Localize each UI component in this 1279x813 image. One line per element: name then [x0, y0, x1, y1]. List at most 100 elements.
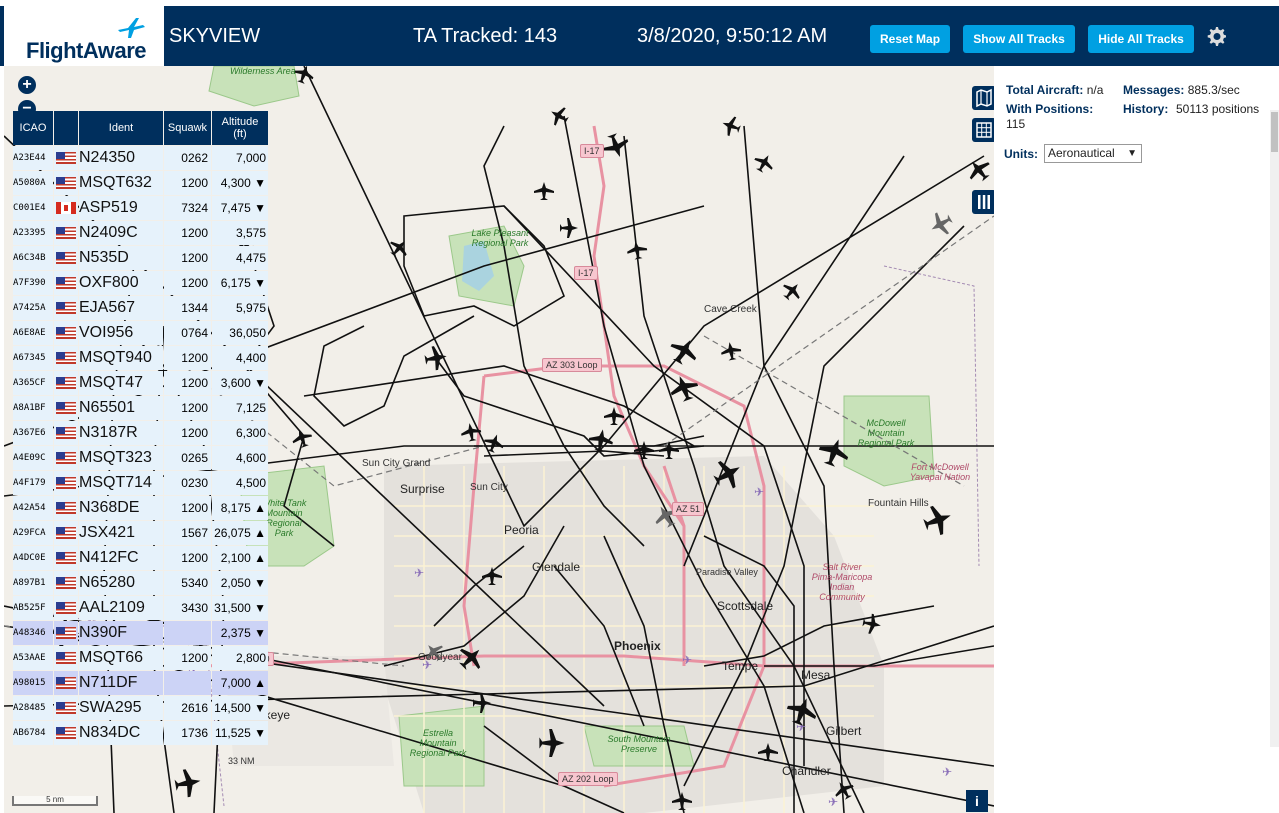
aircraft-altitude: 3,575 [212, 221, 268, 245]
park-label: Lake Pleasant Regional Park [471, 228, 529, 248]
column-header-flag[interactable] [54, 111, 78, 145]
table-row[interactable]: A7F390 OXF800 1200 6,175 ▼ [13, 271, 268, 295]
svg-text:✈: ✈ [942, 765, 952, 779]
gear-icon[interactable] [1204, 24, 1228, 48]
aircraft-icao: A4E09C [13, 446, 53, 470]
aircraft-squawk: 1200 [164, 646, 211, 670]
table-row[interactable]: A53AAE MSQT66 1200 2,800 [13, 646, 268, 670]
table-row[interactable]: A7425A EJA567 1344 5,975 [13, 296, 268, 320]
column-header-altitude[interactable]: Altitude (ft) [212, 111, 268, 145]
country-flag-icon [54, 521, 78, 545]
aircraft-ident: N368DE [79, 496, 163, 520]
aircraft-icao: A48346 [13, 621, 53, 645]
aircraft-icon [670, 340, 697, 365]
table-row[interactable]: A8A1BF N65501 1200 7,125 [13, 396, 268, 420]
table-row[interactable]: A29FCA JSX421 1567 26,075 ▲ [13, 521, 268, 545]
zoom-in-button[interactable]: + [18, 76, 36, 94]
hide-all-tracks-button[interactable]: Hide All Tracks [1088, 25, 1194, 53]
country-flag-icon [54, 546, 78, 570]
grid-icon [976, 122, 992, 138]
canada-flag-icon [56, 201, 76, 214]
aircraft-ident: MSQT714 [79, 471, 163, 495]
column-header-squawk[interactable]: Squawk [164, 111, 211, 145]
map-layer-button[interactable] [972, 86, 994, 110]
road-shield: I-17 [580, 144, 604, 158]
table-row[interactable]: A23395 N2409C 1200 3,575 [13, 221, 268, 245]
aircraft-icao: A6E8AE [13, 321, 53, 345]
table-row[interactable]: C001E4 ASP519 7324 7,475 ▼ [13, 196, 268, 220]
aircraft-altitude: 26,075 ▲ [212, 521, 268, 545]
table-row[interactable]: A28485 SWA295 2616 14,500 ▼ [13, 696, 268, 720]
city-label: Paradise Valley [696, 567, 758, 577]
column-header-icao[interactable]: ICAO [13, 111, 53, 145]
table-scrollbar[interactable] [1270, 110, 1279, 747]
aircraft-altitude: 7,475 ▼ [212, 196, 268, 220]
aircraft-squawk: 0262 [164, 146, 211, 170]
history: History: [1123, 102, 1168, 116]
aircraft-altitude: 6,300 [212, 421, 268, 445]
aircraft-squawk [164, 671, 211, 695]
us-flag-icon [56, 726, 76, 739]
table-row[interactable]: A897B1 N65280 5340 2,050 ▼ [13, 571, 268, 595]
aircraft-icon [174, 769, 201, 798]
aircraft-icao: A29FCA [13, 521, 53, 545]
road-shield: I-17 [574, 266, 598, 280]
aircraft-icao: A7425A [13, 296, 53, 320]
info-icon[interactable]: i [966, 790, 988, 812]
flightaware-logo[interactable]: FlightAware [4, 6, 164, 66]
park-label: Wilderness Area [230, 66, 296, 76]
scrollbar-thumb[interactable] [1271, 112, 1278, 152]
country-flag-icon [54, 321, 78, 345]
table-row[interactable]: A4F179 MSQT714 0230 4,500 [13, 471, 268, 495]
city-label: Scottsdale [717, 599, 774, 613]
table-row[interactable]: A4DC0E N412FC 1200 2,100 ▲ [13, 546, 268, 570]
table-row[interactable]: AB6784 N834DC 1736 11,525 ▼ [13, 721, 268, 745]
table-row[interactable]: A23E44 N24350 0262 7,000 [13, 146, 268, 170]
city-label: Gilbert [826, 724, 862, 738]
table-row[interactable]: A6E8AE VOI956 0764 36,050 [13, 321, 268, 345]
country-flag-icon [54, 146, 78, 170]
city-label: Chandler [782, 764, 831, 778]
reset-map-button[interactable]: Reset Map [870, 25, 950, 53]
aircraft-icao: A28485 [13, 696, 53, 720]
aircraft-squawk: 2616 [164, 696, 211, 720]
country-flag-icon [54, 721, 78, 745]
messages: Messages: 885.3/sec [1123, 83, 1240, 97]
aircraft-ident: VOI956 [79, 321, 163, 345]
table-row[interactable]: A48346 N390F 2,375 ▼ [13, 621, 268, 645]
table-row[interactable]: A4E09C MSQT323 0265 4,600 [13, 446, 268, 470]
table-row[interactable]: A67345 MSQT940 1200 4,400 [13, 346, 268, 370]
aircraft-icao: AB6784 [13, 721, 53, 745]
table-row[interactable]: A5080A MSQT632 1200 4,300 ▼ [13, 171, 268, 195]
aircraft-ident: ASP519 [79, 196, 163, 220]
country-flag-icon [54, 171, 78, 195]
columns-toggle-button[interactable] [972, 190, 994, 214]
table-row[interactable]: A42A54 N368DE 1200 8,175 ▲ [13, 496, 268, 520]
aircraft-icao: A897B1 [13, 571, 53, 595]
aircraft-icao: C001E4 [13, 196, 53, 220]
table-row[interactable]: A367E6 N3187R 1200 6,300 [13, 421, 268, 445]
units-select-value: Aeronautical [1048, 146, 1115, 160]
aircraft-altitude: 31,500 ▼ [212, 596, 268, 620]
aircraft-icao: A4DC0E [13, 546, 53, 570]
aircraft-squawk: 1200 [164, 396, 211, 420]
us-flag-icon [56, 626, 76, 639]
us-flag-icon [56, 301, 76, 314]
table-row[interactable]: AB525F AAL2109 3430 31,500 ▼ [13, 596, 268, 620]
us-flag-icon [56, 676, 76, 689]
aircraft-ident: N834DC [79, 721, 163, 745]
grid-toggle-button[interactable] [972, 118, 994, 142]
country-flag-icon [54, 371, 78, 395]
table-row[interactable]: A6C34B N535D 1200 4,475 [13, 246, 268, 270]
table-row[interactable]: A365CF MSQT47 1200 3,600 ▼ [13, 371, 268, 395]
show-all-tracks-button[interactable]: Show All Tracks [963, 25, 1075, 53]
table-row[interactable]: A98015 N711DF 7,000 ▲ [13, 671, 268, 695]
us-flag-icon [56, 276, 76, 289]
aircraft-icon [390, 241, 407, 258]
road-shield: AZ 202 Loop [558, 772, 618, 786]
aircraft-squawk: 0230 [164, 471, 211, 495]
us-flag-icon [56, 476, 76, 489]
units-select[interactable]: Aeronautical ▼ [1044, 144, 1142, 163]
aircraft-ident: N412FC [79, 546, 163, 570]
column-header-ident[interactable]: Ident [79, 111, 163, 145]
